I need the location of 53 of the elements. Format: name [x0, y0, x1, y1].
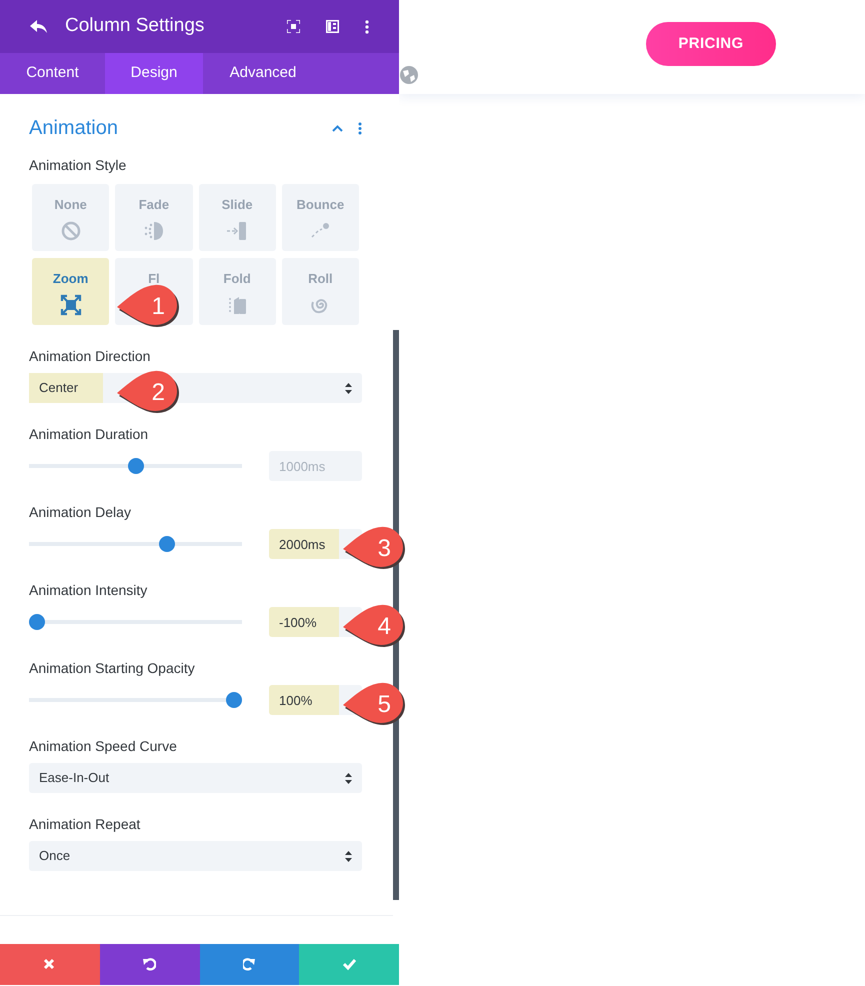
animation-style-option[interactable]: Slide: [198, 184, 276, 251]
setting-label: Animation Direction: [29, 347, 152, 366]
fading-circle-icon: [142, 220, 165, 242]
callout-tooltip: 5: [343, 682, 407, 728]
section-title[interactable]: Animation: [29, 113, 118, 143]
callout-tooltip: 2: [117, 370, 181, 416]
sort-arrows-icon: [345, 383, 352, 394]
number-input-field[interactable]: 100%: [269, 685, 362, 715]
panel-title: Column Settings: [65, 14, 204, 38]
callout-tooltip: 3: [343, 526, 407, 572]
callout-tooltip: 4: [343, 604, 407, 650]
undo-icon: [143, 958, 156, 971]
animation-style-option[interactable]: Bounce: [282, 184, 359, 251]
number-input-field[interactable]: 1000ms: [269, 451, 362, 481]
setting-label: Animation Duration: [29, 425, 150, 444]
slider-thumb[interactable]: [29, 614, 45, 630]
setting-label: Animation Style: [29, 156, 128, 175]
number-input-field[interactable]: -100%: [269, 607, 362, 637]
animation-style-option[interactable]: Fold: [198, 258, 276, 325]
layout-icon[interactable]: [326, 20, 339, 33]
redo-icon: [242, 958, 256, 971]
back-icon[interactable]: [30, 20, 48, 34]
setting-label: Animation Starting Opacity: [29, 659, 196, 678]
tab[interactable]: Advanced: [203, 53, 323, 94]
chevron-icon[interactable]: [332, 124, 343, 132]
checkmark-icon: [342, 958, 356, 971]
no-symbol-icon: [60, 220, 82, 242]
setting-label: Animation Repeat: [29, 815, 142, 834]
arrow-into-bar-icon: [226, 220, 248, 242]
tab[interactable]: Design: [105, 53, 203, 94]
sort-arrows-icon: [345, 773, 352, 784]
animation-style-option[interactable]: Roll: [282, 258, 359, 325]
setting-label: Animation Intensity: [29, 581, 148, 600]
slider-thumb[interactable]: [226, 692, 242, 708]
select-field[interactable]: Ease-In-Out: [29, 763, 362, 793]
number-input-field[interactable]: 2000ms: [269, 529, 362, 559]
close-icon: [43, 958, 56, 971]
more-options-icon[interactable]: [365, 20, 369, 34]
animation-style-option[interactable]: None: [32, 184, 110, 251]
setting-label: Animation Delay: [29, 503, 132, 522]
more-options-icon[interactable]: [358, 122, 362, 134]
slider-thumb[interactable]: [159, 536, 176, 552]
animation-style-option[interactable]: Fade: [115, 184, 192, 251]
expand-arrows-icon: [60, 294, 82, 316]
sort-arrows-icon: [345, 851, 352, 862]
pricing-button[interactable]: PRICING: [646, 22, 776, 66]
tab[interactable]: Content: [0, 53, 105, 94]
slider-thumb[interactable]: [128, 458, 144, 474]
select-field[interactable]: Once: [29, 841, 362, 871]
expand-icon[interactable]: [287, 20, 300, 33]
callout-tooltip: 1: [117, 284, 181, 330]
setting-label: Animation Speed Curve: [29, 737, 178, 756]
animation-style-option[interactable]: Zoom: [32, 258, 110, 325]
